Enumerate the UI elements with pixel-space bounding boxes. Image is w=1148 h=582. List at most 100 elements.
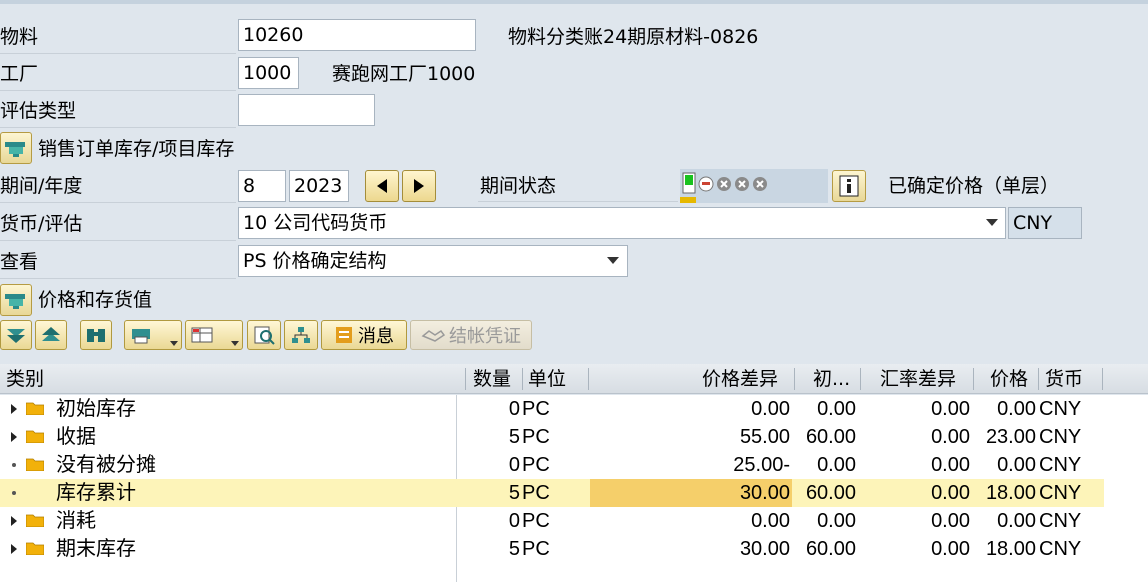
closing-documents-button[interactable]: 结帐凭证	[410, 320, 532, 350]
currency-valuation-label: 货币/评估	[0, 213, 83, 235]
row-quantity: 0	[508, 398, 520, 420]
top-border	[0, 0, 1148, 4]
prices-stock-values-toggle-button[interactable]	[0, 284, 32, 316]
row-price-difference-selected-cell[interactable]: 30.00	[590, 479, 792, 507]
row-fx-difference: 0.00	[931, 538, 970, 560]
closing-documents-label: 结帐凭证	[449, 326, 521, 347]
row-price-difference: 55.00	[739, 426, 790, 448]
arrow-right-icon	[414, 179, 424, 193]
table-row[interactable]: 初始库存 0 PC 0.00 0.00 0.00 0.00 CNY	[0, 395, 1148, 423]
row-fx-difference: 0.00	[931, 510, 970, 532]
valuation-type-input[interactable]	[238, 94, 375, 126]
currency-code-field: CNY	[1008, 207, 1082, 239]
period-status-label: 期间状态	[480, 175, 557, 197]
row-category: 消耗	[56, 510, 96, 532]
divider	[0, 240, 236, 241]
row-unit: PC	[522, 482, 550, 504]
column-separator	[465, 368, 466, 390]
column-separator	[973, 368, 974, 390]
row-category: 库存累计	[56, 482, 136, 504]
expand-arrow-icon[interactable]	[11, 432, 17, 442]
column-header-currency[interactable]: 货币	[1045, 364, 1083, 394]
binoculars-icon	[87, 329, 105, 342]
material-description: 物料分类账24期原材料-0826	[508, 26, 759, 48]
expand-all-button[interactable]	[0, 320, 32, 350]
plant-description: 赛跑网工厂1000	[332, 63, 476, 85]
sales-order-stock-label: 销售订单库存/项目库存	[38, 138, 235, 160]
column-header-quantity[interactable]: 数量	[473, 364, 511, 394]
table-row[interactable]: 收据 5 PC 55.00 60.00 0.00 23.00 CNY	[0, 423, 1148, 451]
divider	[0, 90, 236, 91]
row-quantity: 0	[508, 510, 520, 532]
row-price: 18.00	[985, 482, 1036, 504]
column-header-unit[interactable]: 单位	[528, 364, 566, 394]
year-input[interactable]: 2023	[289, 170, 349, 202]
view-select[interactable]: PS 价格确定结构	[238, 245, 628, 277]
chevron-down-icon[interactable]	[986, 219, 998, 226]
column-separator	[522, 368, 523, 390]
next-period-button[interactable]	[402, 170, 436, 202]
divider	[0, 278, 236, 279]
plant-label: 工厂	[0, 63, 39, 85]
period-year-label: 期间/年度	[0, 175, 83, 197]
expand-arrow-icon[interactable]	[11, 516, 17, 526]
row-price: 18.00	[985, 538, 1036, 560]
material-label: 物料	[0, 26, 39, 48]
valuation-type-label: 评估类型	[0, 100, 77, 122]
hierarchy-icon	[292, 327, 310, 343]
period-input[interactable]: 8	[238, 170, 286, 202]
table-layout-icon	[191, 327, 213, 343]
expand-all-icon	[7, 329, 25, 343]
printer-icon	[132, 329, 150, 344]
column-separator	[1038, 368, 1039, 390]
row-initial: 0.00	[817, 398, 856, 420]
expand-arrow-icon[interactable]	[11, 544, 17, 554]
row-fx-difference: 0.00	[931, 426, 970, 448]
messages-button[interactable]: 消息	[321, 320, 407, 350]
column-separator	[860, 368, 861, 390]
row-initial: 60.00	[805, 426, 856, 448]
previous-period-button[interactable]	[365, 170, 399, 202]
table-row[interactable]: 期末库存 5 PC 30.00 60.00 0.00 18.00 CNY	[0, 535, 1148, 563]
row-price: 0.00	[997, 454, 1036, 476]
column-header-initial[interactable]: 初...	[813, 364, 850, 394]
row-unit: PC	[522, 510, 550, 532]
divider	[0, 202, 236, 203]
chevron-down-icon[interactable]	[607, 257, 619, 264]
messages-label: 消息	[358, 326, 394, 347]
hierarchy-button[interactable]	[284, 320, 318, 350]
table-row[interactable]: 没有被分摊 0 PC 25.00- 0.00 0.00 0.00 CNY	[0, 451, 1148, 479]
currency-valuation-select[interactable]: 10 公司代码货币	[238, 207, 1006, 239]
row-quantity: 5	[508, 426, 520, 448]
layout-button[interactable]	[185, 320, 243, 350]
collapse-all-button[interactable]	[35, 320, 67, 350]
row-unit: PC	[522, 454, 550, 476]
detail-view-button[interactable]	[247, 320, 281, 350]
expand-arrow-icon[interactable]	[11, 404, 17, 414]
divider	[0, 53, 236, 54]
material-input[interactable]: 10260	[238, 19, 476, 51]
column-header-price[interactable]: 价格	[990, 364, 1028, 394]
row-initial: 0.00	[817, 510, 856, 532]
row-initial: 60.00	[805, 482, 856, 504]
view-label: 查看	[0, 251, 39, 273]
table-row[interactable]: 消耗 0 PC 0.00 0.00 0.00 0.00 CNY	[0, 507, 1148, 535]
row-fx-difference: 0.00	[931, 398, 970, 420]
row-price-difference: 30.00	[739, 538, 790, 560]
leaf-node-icon	[12, 463, 16, 467]
column-header-category[interactable]: 类别	[6, 364, 44, 394]
sales-order-stock-toggle-button[interactable]	[0, 132, 32, 164]
column-header-fx-difference[interactable]: 汇率差异	[880, 364, 956, 394]
column-header-price-difference[interactable]: 价格差异	[702, 364, 778, 394]
table-row-selected[interactable]: 库存累计 5 PC 30.00 60.00 0.00 18.00 CNY	[0, 479, 1104, 507]
row-unit: PC	[522, 426, 550, 448]
print-button[interactable]	[124, 320, 182, 350]
info-button[interactable]	[832, 170, 866, 202]
row-category: 初始库存	[56, 398, 136, 420]
collapse-all-icon	[42, 327, 60, 341]
find-button[interactable]	[80, 320, 112, 350]
row-quantity: 5	[508, 538, 520, 560]
plant-input[interactable]: 1000	[238, 57, 299, 89]
row-category: 收据	[56, 426, 96, 448]
arrow-left-icon	[377, 179, 387, 193]
